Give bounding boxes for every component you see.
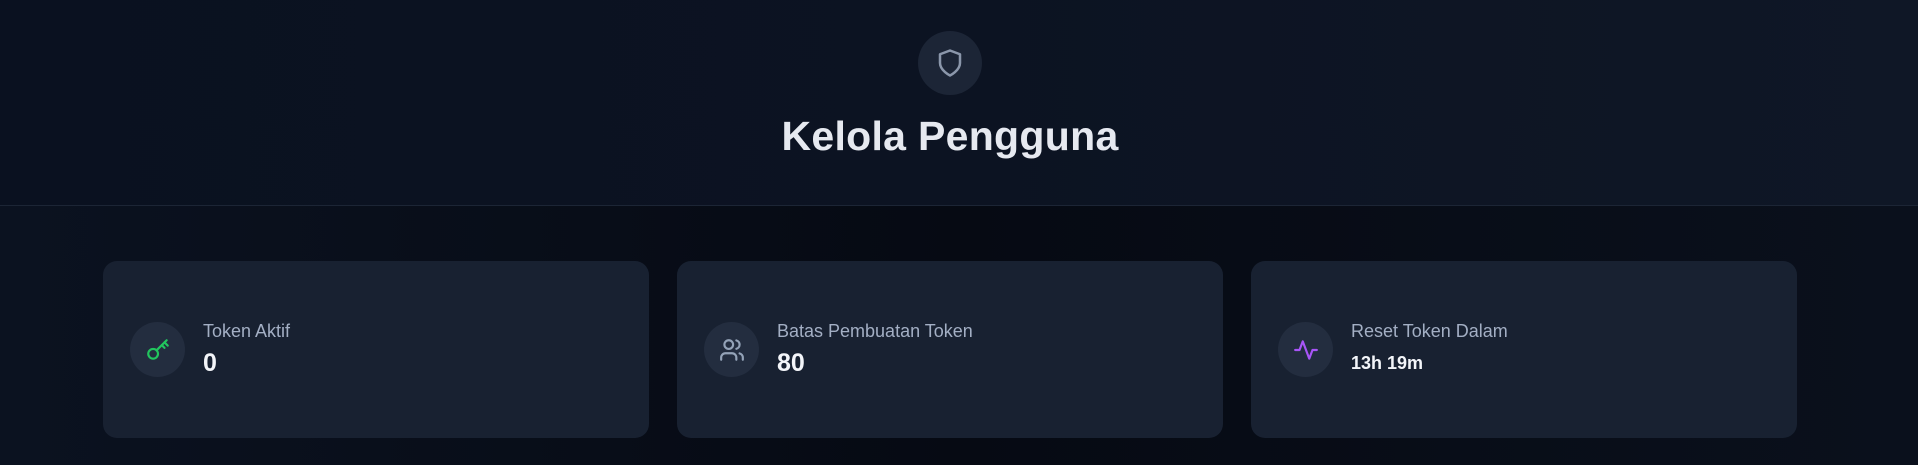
page-header: Kelola Pengguna <box>0 0 1918 206</box>
shield-badge <box>918 31 982 95</box>
stat-value: 13h 19m <box>1351 353 1424 373</box>
stat-value: 0 <box>203 349 217 377</box>
stat-label: Batas Pembuatan Token <box>777 321 973 341</box>
stat-label: Reset Token Dalam <box>1351 321 1508 341</box>
page-title: Kelola Pengguna <box>781 113 1119 159</box>
stat-value: 80 <box>777 349 805 377</box>
stat-card-token-reset: Reset Token Dalam 13h 19m <box>1251 261 1797 438</box>
stat-icon-badge <box>1278 322 1333 377</box>
users-icon <box>719 338 744 361</box>
stat-icon-badge <box>130 322 185 377</box>
stat-card-token-limit: Batas Pembuatan Token 80 <box>677 261 1223 438</box>
shield-icon <box>938 49 962 77</box>
key-icon <box>146 338 169 360</box>
stat-label: Token Aktif <box>203 321 291 341</box>
stat-icon-badge <box>704 322 759 377</box>
stats-section: Token Aktif 0 Batas Pembuatan Token 80 R… <box>0 206 1918 465</box>
stat-card-active-tokens: Token Aktif 0 <box>103 261 649 438</box>
activity-icon <box>1293 339 1318 360</box>
